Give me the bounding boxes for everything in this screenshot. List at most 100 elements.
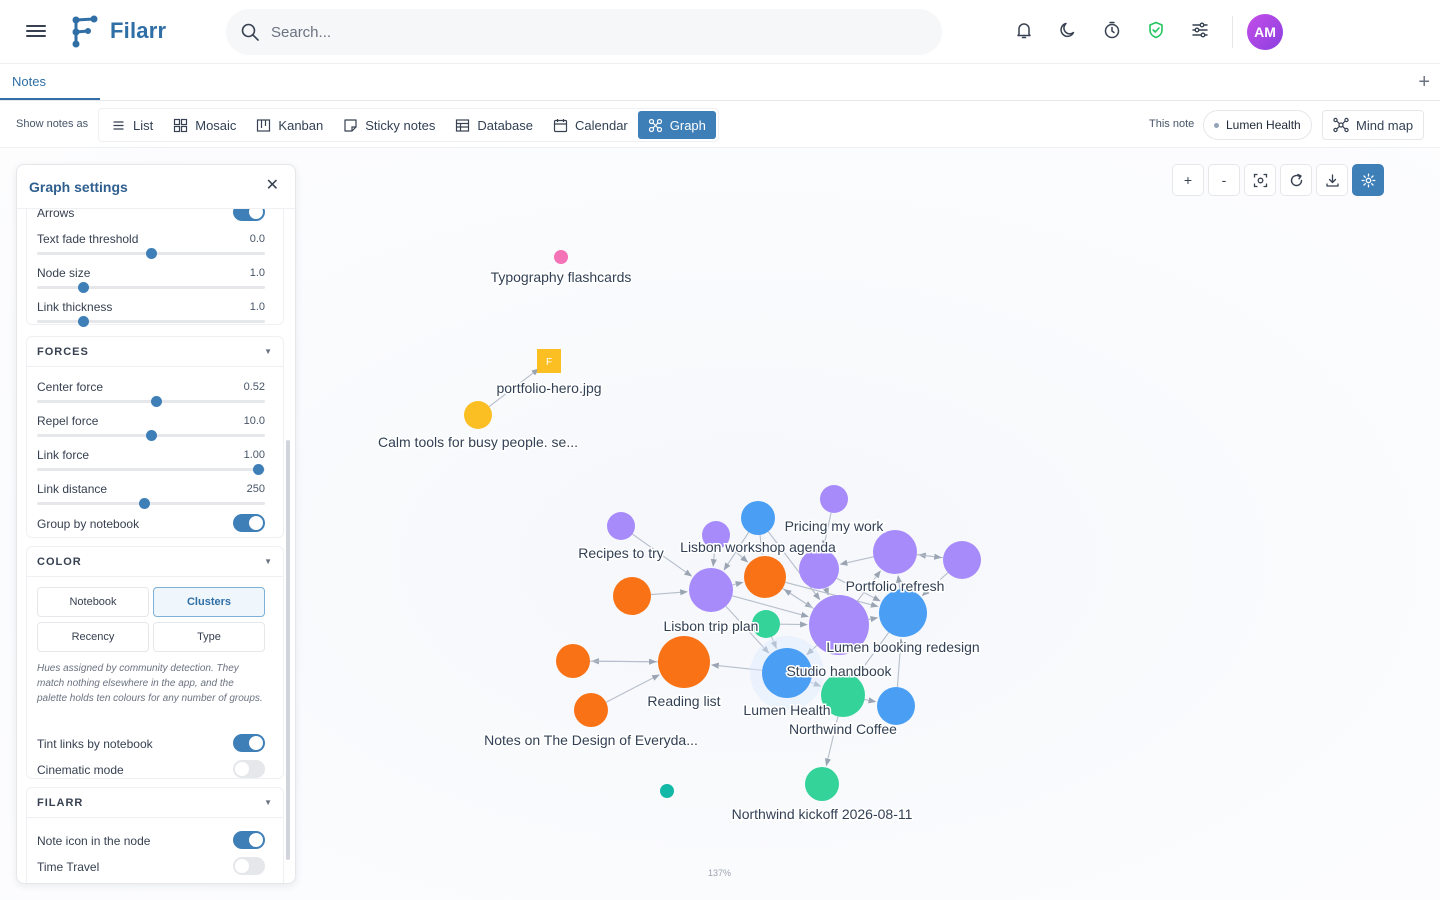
sliders-settings-icon[interactable] — [1190, 20, 1210, 40]
link-thickness-value: 1.0 — [249, 301, 265, 313]
graph-node-n7[interactable] — [556, 644, 590, 678]
slider-knob[interactable] — [77, 282, 89, 293]
link-thickness-slider[interactable] — [37, 316, 265, 327]
arrows-toggle[interactable] — [233, 209, 265, 221]
text-fade-slider[interactable] — [37, 248, 265, 259]
graph-node-label: Northwind kickoff 2026-08-11 — [732, 806, 913, 822]
sticky-note-icon — [344, 118, 357, 132]
display-section: Arrows Text fade threshold 0.0 Node size… — [26, 209, 284, 327]
color-header[interactable]: COLOR ▼ — [27, 547, 283, 577]
group-by-notebook-toggle[interactable] — [233, 514, 265, 532]
graph-node-lumen-booking[interactable] — [879, 589, 927, 637]
color-recency-button[interactable]: Recency — [37, 622, 149, 652]
menu-icon[interactable] — [24, 22, 48, 42]
view-mosaic-button[interactable]: Mosaic — [163, 111, 246, 139]
slider-knob[interactable] — [150, 396, 162, 407]
slider-knob[interactable] — [253, 464, 265, 475]
graph-node-label: Recipes to try — [578, 545, 664, 561]
graph-node-typography[interactable] — [554, 250, 568, 264]
graph-node-n5[interactable] — [613, 577, 651, 615]
slider-knob[interactable] — [146, 248, 157, 259]
graph-node-reading[interactable] — [658, 636, 710, 688]
graph-node-pricing[interactable] — [820, 485, 848, 513]
settings-scrollbar[interactable] — [286, 440, 290, 860]
mind-map-label: Mind map — [1356, 117, 1414, 133]
reset-layout-button[interactable] — [1280, 164, 1312, 196]
user-avatar[interactable]: AM — [1247, 14, 1283, 50]
fit-view-button[interactable] — [1244, 164, 1276, 196]
graph-node-lisbon-workshop[interactable] — [741, 501, 775, 535]
view-calendar-label: Calendar — [575, 117, 628, 133]
view-kanban-label: Kanban — [278, 117, 324, 133]
graph-node-n8[interactable] — [877, 687, 915, 725]
cinematic-mode-toggle[interactable] — [233, 760, 265, 778]
shield-check-icon[interactable] — [1146, 20, 1166, 40]
node-size-label: Node size — [37, 266, 91, 280]
search-bar[interactable] — [226, 9, 942, 55]
color-type-button[interactable]: Type — [153, 622, 265, 652]
link-thickness-label: Link thickness — [37, 300, 113, 314]
graph-settings-button[interactable] — [1352, 164, 1384, 196]
view-graph-button[interactable]: Graph — [637, 111, 716, 139]
graph-node-calm[interactable] — [464, 401, 492, 429]
text-fade-value: 0.0 — [249, 233, 265, 245]
zoom-in-button[interactable]: + — [1172, 164, 1204, 196]
add-tab-icon[interactable]: + — [1418, 72, 1430, 92]
repel-force-value: 10.0 — [243, 415, 265, 427]
graph-node-label: Portfolio refresh — [846, 578, 945, 594]
node-size-slider[interactable] — [37, 282, 265, 293]
forces-section: FORCES ▼ Center force 0.52 Repel force 1… — [26, 336, 284, 538]
search-input[interactable] — [271, 23, 871, 41]
slider-knob[interactable] — [146, 430, 157, 441]
graph-settings-body[interactable]: Arrows Text fade threshold 0.0 Node size… — [17, 209, 295, 883]
link-distance-slider[interactable] — [37, 498, 265, 509]
color-clusters-button[interactable]: Clusters — [153, 587, 265, 617]
tint-links-toggle[interactable] — [233, 734, 265, 752]
center-force-slider[interactable] — [37, 396, 265, 407]
close-icon[interactable]: ✕ — [266, 177, 279, 195]
graph-node-n4[interactable] — [799, 549, 839, 589]
view-calendar-button[interactable]: Calendar — [543, 111, 638, 139]
graph-node-lisbon-trip[interactable] — [689, 568, 733, 612]
export-graph-button[interactable] — [1316, 164, 1348, 196]
view-database-button[interactable]: Database — [445, 111, 543, 139]
view-list-label: List — [133, 117, 154, 133]
color-title: COLOR — [37, 555, 82, 568]
note-icon-label: Note icon in the node — [37, 834, 151, 848]
color-notebook-button[interactable]: Notebook — [37, 587, 149, 617]
filarr-header[interactable]: FILARR ▼ — [27, 788, 283, 818]
app-logo[interactable]: Filarr — [70, 14, 166, 48]
view-kanban-button[interactable]: Kanban — [246, 111, 333, 139]
top-bar: Filarr AM — [0, 0, 1440, 64]
forces-header[interactable]: FORCES ▼ — [27, 337, 283, 367]
repel-force-slider[interactable] — [37, 430, 265, 441]
mind-map-button[interactable]: Mind map — [1322, 110, 1425, 140]
timer-icon[interactable] — [1102, 20, 1122, 40]
graph-node-n9[interactable] — [660, 784, 674, 798]
graph-node-design-everyday[interactable] — [574, 693, 608, 727]
graph-edge — [839, 556, 874, 566]
graph-node-recipes[interactable] — [607, 512, 635, 540]
show-notes-as-label: Show notes as — [16, 118, 89, 130]
time-travel-toggle[interactable] — [233, 857, 265, 875]
slider-knob[interactable] — [77, 316, 89, 327]
note-icon-toggle[interactable] — [233, 831, 265, 849]
graph-node-label: Lumen Health — [743, 702, 830, 718]
tab-notes[interactable]: Notes — [0, 64, 100, 100]
link-force-slider[interactable] — [37, 464, 265, 475]
slider-knob[interactable] — [139, 498, 151, 509]
graph-node-portfolio-refresh[interactable] — [873, 530, 917, 574]
cinematic-mode-label: Cinematic mode — [37, 763, 124, 777]
graph-settings-header: Graph settings ✕ — [17, 165, 295, 209]
dark-mode-moon-icon[interactable] — [1058, 20, 1078, 40]
graph-node-northwind-kickoff[interactable] — [805, 767, 839, 801]
graph-node-n3[interactable] — [744, 556, 786, 598]
toolbar-divider — [1232, 16, 1233, 48]
fit-view-icon — [1253, 173, 1267, 187]
graph-node-n2[interactable] — [943, 541, 981, 579]
notifications-bell-icon[interactable] — [1014, 20, 1034, 40]
view-list-button[interactable]: List — [101, 111, 163, 139]
current-note-chip[interactable]: Lumen Health — [1203, 110, 1312, 140]
view-sticky-notes-button[interactable]: Sticky notes — [333, 111, 445, 139]
zoom-out-button[interactable]: - — [1208, 164, 1240, 196]
